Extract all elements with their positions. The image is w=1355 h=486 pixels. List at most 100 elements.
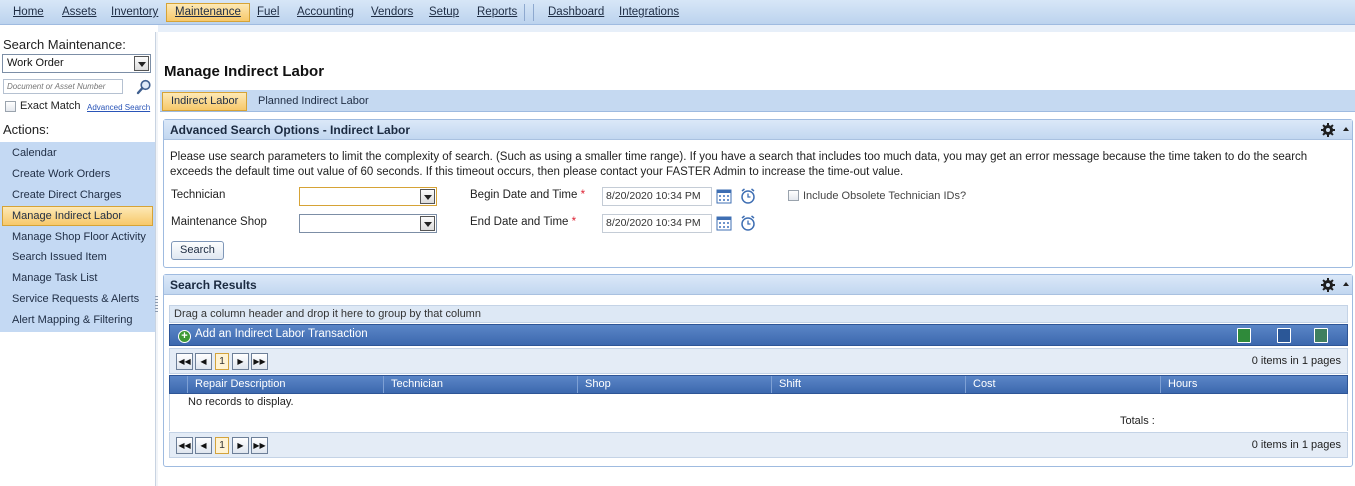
menu-vendors[interactable]: Vendors: [362, 3, 422, 22]
menu-separator: [533, 4, 534, 21]
begin-date-label-text: Begin Date and Time: [470, 189, 578, 201]
menu-separator: [524, 4, 525, 21]
column-technician[interactable]: Technician: [383, 376, 577, 393]
action-alert-mapping-filtering[interactable]: Alert Mapping & Filtering: [0, 310, 155, 330]
export-csv-icon[interactable]: [1314, 328, 1328, 343]
search-description: Please use search parameters to limit th…: [170, 151, 1308, 178]
advanced-search-panel: Advanced Search Options - Indirect Labor…: [163, 119, 1353, 268]
menu-setup[interactable]: Setup: [420, 3, 468, 22]
pager-info: 0 items in 1 pages: [1251, 439, 1341, 451]
last-page-icon[interactable]: ▶▶: [251, 353, 268, 370]
column-hours[interactable]: Hours: [1160, 376, 1347, 393]
search-type-select[interactable]: Work Order: [2, 54, 151, 73]
prev-page-icon[interactable]: ◀: [195, 437, 212, 454]
obsolete-technician-label: Include Obsolete Technician IDs?: [803, 190, 967, 202]
tab-indirect-labor[interactable]: Indirect Labor: [162, 92, 248, 111]
search-icon[interactable]: [136, 79, 152, 95]
required-mark: *: [571, 216, 577, 228]
menu-assets[interactable]: Assets: [53, 3, 106, 22]
splitter-handle-icon[interactable]: [155, 296, 158, 314]
collapse-icon[interactable]: [1343, 282, 1349, 286]
menu-maintenance[interactable]: Maintenance: [166, 3, 250, 22]
add-indirect-labor-label: Add an Indirect Labor Transaction: [195, 328, 368, 340]
command-bar: + Add an Indirect Labor Transaction: [169, 324, 1348, 346]
obsolete-technician-checkbox[interactable]: [788, 190, 799, 201]
actions-title: Actions:: [3, 122, 50, 137]
calendar-icon[interactable]: [716, 188, 732, 204]
column-shop[interactable]: Shop: [577, 376, 771, 393]
document-asset-input[interactable]: [3, 79, 123, 94]
end-date-label: End Date and Time *: [470, 216, 576, 228]
first-page-icon[interactable]: ◀◀: [176, 353, 193, 370]
action-service-requests-alerts[interactable]: Service Requests & Alerts: [0, 289, 155, 309]
first-page-icon[interactable]: ◀◀: [176, 437, 193, 454]
export-word-icon[interactable]: [1277, 328, 1291, 343]
content-top-strip: [158, 25, 1355, 32]
calendar-icon[interactable]: [716, 215, 732, 231]
exact-match-label: Exact Match: [20, 100, 81, 112]
actions-list: Calendar Create Work Orders Create Direc…: [0, 142, 155, 332]
prev-page-icon[interactable]: ◀: [195, 353, 212, 370]
clock-icon[interactable]: [740, 188, 756, 204]
column-shift[interactable]: Shift: [771, 376, 965, 393]
sidebar-splitter[interactable]: [155, 32, 158, 486]
menu-fuel[interactable]: Fuel: [248, 3, 288, 22]
tab-planned-indirect-labor[interactable]: Planned Indirect Labor: [249, 92, 378, 111]
search-maintenance-title: Search Maintenance:: [3, 37, 126, 52]
menu-accounting[interactable]: Accounting: [288, 3, 363, 22]
column-cost[interactable]: Cost: [965, 376, 1160, 393]
no-records-message: No records to display.: [188, 396, 294, 408]
begin-date-label: Begin Date and Time *: [470, 189, 585, 201]
grid-header: Repair Description Technician Shop Shift…: [169, 375, 1348, 394]
top-pager: ◀◀ ◀ 1 ▶ ▶▶ 0 items in 1 pages: [169, 348, 1348, 374]
required-mark: *: [580, 189, 586, 201]
next-page-icon[interactable]: ▶: [232, 437, 249, 454]
menu-dashboard[interactable]: Dashboard: [539, 3, 613, 22]
technician-label: Technician: [171, 189, 226, 201]
technician-select[interactable]: [299, 187, 437, 206]
action-create-work-orders[interactable]: Create Work Orders: [0, 164, 155, 184]
totals-row: Totals :: [169, 412, 1348, 431]
export-excel-icon[interactable]: [1237, 328, 1251, 343]
maintenance-shop-select[interactable]: [299, 214, 437, 233]
bottom-pager: ◀◀ ◀ 1 ▶ ▶▶ 0 items in 1 pages: [169, 432, 1348, 458]
last-page-icon[interactable]: ▶▶: [251, 437, 268, 454]
search-results-panel: Search Results Drag a column header and …: [163, 274, 1353, 467]
action-manage-task-list[interactable]: Manage Task List: [0, 268, 155, 288]
clock-icon[interactable]: [740, 215, 756, 231]
exact-match-checkbox[interactable]: [5, 101, 16, 112]
action-manage-indirect-labor[interactable]: Manage Indirect Labor: [2, 206, 153, 226]
action-create-direct-charges[interactable]: Create Direct Charges: [0, 185, 155, 205]
menu-reports[interactable]: Reports: [468, 3, 526, 22]
action-calendar[interactable]: Calendar: [0, 143, 155, 163]
pager-info: 0 items in 1 pages: [1251, 355, 1341, 367]
menu-inventory[interactable]: Inventory: [102, 3, 167, 22]
advanced-search-title: Advanced Search Options - Indirect Labor: [170, 123, 411, 137]
maintenance-shop-label: Maintenance Shop: [171, 216, 267, 228]
search-results-header: Search Results: [164, 275, 1352, 295]
add-indirect-labor-button[interactable]: + Add an Indirect Labor Transaction: [178, 328, 368, 343]
chevron-down-icon[interactable]: [420, 216, 435, 231]
add-icon: +: [178, 330, 191, 343]
end-date-label-text: End Date and Time: [470, 216, 569, 228]
action-search-issued-item[interactable]: Search Issued Item: [0, 247, 155, 267]
action-manage-shop-floor-activity[interactable]: Manage Shop Floor Activity: [0, 227, 155, 247]
gear-icon[interactable]: [1321, 123, 1335, 137]
page-number-1[interactable]: 1: [215, 437, 229, 454]
begin-date-input[interactable]: 8/20/2020 10:34 PM: [602, 187, 712, 206]
column-repair-description[interactable]: Repair Description: [187, 376, 383, 393]
collapse-icon[interactable]: [1343, 127, 1349, 131]
menu-integrations[interactable]: Integrations: [610, 3, 688, 22]
page-number-1[interactable]: 1: [215, 353, 229, 370]
menu-home[interactable]: Home: [4, 3, 53, 22]
top-menu-bar: Home Assets Inventory Maintenance Fuel A…: [0, 0, 1355, 25]
advanced-search-link[interactable]: Advanced Search: [87, 103, 150, 112]
next-page-icon[interactable]: ▶: [232, 353, 249, 370]
gear-icon[interactable]: [1321, 278, 1335, 292]
page-title: Manage Indirect Labor: [164, 63, 325, 80]
chevron-down-icon[interactable]: [420, 189, 435, 204]
chevron-down-icon[interactable]: [134, 56, 149, 71]
search-button[interactable]: Search: [171, 241, 224, 260]
group-by-area[interactable]: Drag a column header and drop it here to…: [169, 305, 1348, 323]
end-date-input[interactable]: 8/20/2020 10:34 PM: [602, 214, 712, 233]
